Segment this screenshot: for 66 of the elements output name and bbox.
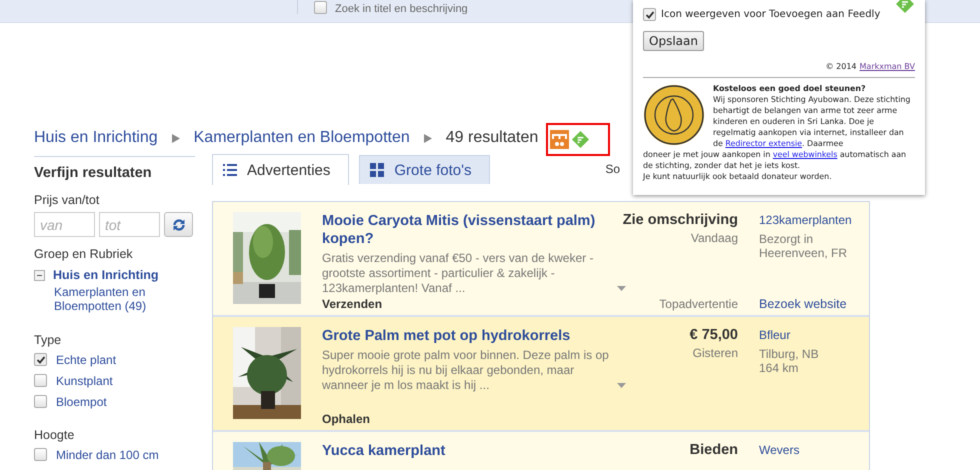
website-link[interactable]: Bezoek website	[759, 297, 859, 311]
price-from-field[interactable]: van	[34, 212, 95, 237]
breadcrumb-separator-icon	[172, 134, 180, 142]
listing-title[interactable]: Yucca kamerplant	[322, 442, 627, 460]
option-label: Icon weergeven voor Toevoegen aan Feedly	[661, 9, 880, 20]
collapse-toggle[interactable]	[34, 270, 45, 280]
listing-date: Vandaag	[690, 231, 738, 245]
sort-label: So	[605, 162, 620, 176]
company-link[interactable]: Markxman BV	[860, 61, 915, 72]
listing-row[interactable]: Yucca kamerplant Bieden Wevers	[213, 432, 869, 470]
charity-logo	[643, 84, 705, 146]
expand-caret-icon[interactable]	[617, 383, 626, 388]
listing-distance: 164 km	[759, 361, 800, 375]
checkbox[interactable]	[314, 1, 327, 14]
expand-caret-icon[interactable]	[617, 286, 626, 291]
copyright-text: © 2014	[826, 61, 857, 72]
breadcrumb-link[interactable]: Kamerplanten en Bloempotten	[194, 129, 410, 147]
marktplaats-icon[interactable]	[550, 130, 570, 148]
filter-option[interactable]: Minder dan 100 cm	[56, 448, 159, 462]
feedly-icon[interactable]	[571, 130, 590, 148]
listing-price: Bieden	[690, 442, 738, 458]
filter-label: Prijs van/tot	[34, 193, 100, 207]
checkbox[interactable]	[34, 374, 47, 387]
listing-description: Super mooie grote palm voor binnen. Deze palm is op hydrokorrels hij is nu bij elkaar gebonden, maar wanneer je m los maakt is hij ...	[322, 348, 610, 393]
checkbox[interactable]	[34, 395, 47, 408]
list-icon	[223, 164, 237, 176]
refresh-icon	[172, 218, 186, 232]
minus-icon	[37, 272, 42, 278]
refresh-button[interactable]	[164, 212, 193, 237]
subcategory-link[interactable]: Kamerplanten en Bloempotten (49)	[54, 285, 154, 313]
view-tab[interactable]: Advertenties	[212, 154, 350, 185]
category-link[interactable]: Huis en Inrichting	[53, 268, 159, 282]
seller-link[interactable]: 123kamerplanten	[759, 213, 859, 227]
view-tab[interactable]: Grote foto's	[359, 155, 490, 184]
price-to-field[interactable]: tot	[99, 212, 160, 237]
filter-option[interactable]: Echte plant	[56, 352, 116, 366]
filter-option[interactable]: Bloempot	[56, 394, 107, 408]
delivery-method: Ophalen	[322, 412, 372, 426]
result-count: 49 resultaten	[446, 129, 538, 147]
feedly-icon[interactable]	[895, 0, 915, 14]
filter-option[interactable]: Kunstplant	[56, 374, 113, 388]
breadcrumb-link[interactable]: Huis en Inrichting	[34, 129, 158, 147]
listing-location: Tilburg, NB	[759, 347, 820, 361]
listing-price: € 75,00	[690, 327, 738, 343]
filter-label: Hoogte	[34, 428, 76, 442]
delivery-method: Verzenden	[322, 297, 384, 311]
grid-icon	[370, 163, 384, 177]
listing-title[interactable]: Grote Palm met pot op hydrokorrels	[322, 327, 627, 345]
seller-link[interactable]: Bfleur	[759, 328, 859, 342]
search-option-label: Zoek in titel en beschrijving	[335, 4, 468, 14]
listing-location: Bezorgt in Heerenveen, FR	[759, 232, 848, 260]
checkbox[interactable]	[34, 353, 47, 366]
breadcrumb-separator-icon	[424, 134, 432, 142]
seller-link[interactable]: Wevers	[759, 443, 859, 457]
listing-description: Gratis verzending vanaf €50 - vers van de kweker - grootste assortiment - particulier & zakelijk - 123kamerplanten! Vanaf ...	[322, 251, 594, 296]
checkbox[interactable]	[34, 448, 47, 461]
ad-label: Topadvertentie	[658, 297, 738, 311]
filter-label: Groep en Rubriek	[34, 247, 134, 261]
listing-row[interactable]	[213, 202, 869, 317]
save-button[interactable]: Opslaan	[643, 31, 704, 51]
filter-label: Type	[34, 333, 62, 347]
listing-date: Gisteren	[692, 346, 738, 360]
listing-price: Zie omschrijving	[622, 212, 738, 228]
sidebar-title: Verfijn resultaten	[34, 165, 153, 181]
listing-row[interactable]	[213, 317, 869, 432]
checkbox[interactable]	[643, 8, 656, 21]
